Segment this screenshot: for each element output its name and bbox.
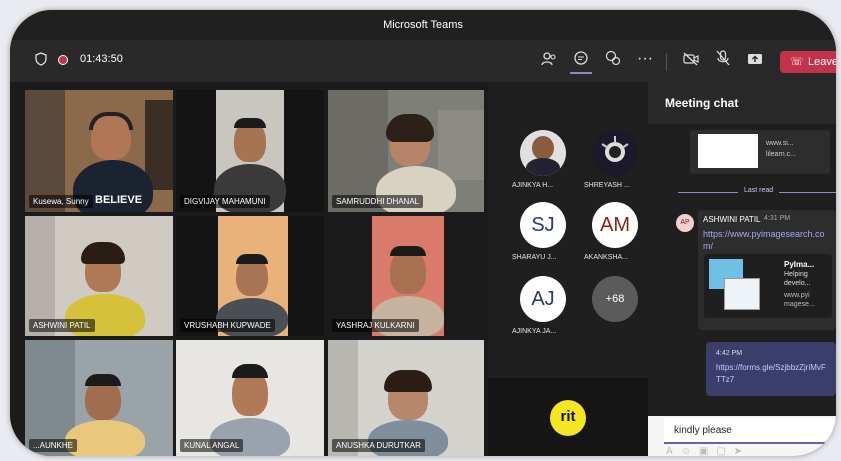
own-message: 4:42 PM https://forms.gle/SzjbbzZjriMvFT… <box>706 342 836 396</box>
participant-name: ANUSHKA DURUTKAR <box>332 439 425 452</box>
participant-avatar[interactable]: AJ <box>520 276 566 322</box>
card-line: lilearn.c... <box>766 151 796 158</box>
video-tile[interactable]: YASHRAJ KULKARNI <box>328 216 484 336</box>
participant-name: SAMRUDDHI DHANAL <box>332 195 424 208</box>
mic-off-icon[interactable] <box>712 50 734 72</box>
video-tile[interactable]: SAMRUDDHI DHANAL <box>328 90 484 212</box>
message-link[interactable]: https://www.pyimagesearch.com/ <box>703 228 827 252</box>
preview-desc: develo... <box>784 280 811 287</box>
format-icon[interactable]: A <box>666 446 681 456</box>
sender-avatar: AP <box>676 214 694 232</box>
more-participants-button[interactable]: +68 <box>592 276 638 322</box>
send-icon[interactable]: ➤ <box>734 446 750 456</box>
leave-button[interactable]: ☏ Leave <box>780 51 836 73</box>
recording-icon <box>58 55 68 65</box>
logo-tile: rit <box>488 378 648 456</box>
participant-avatar[interactable] <box>592 130 638 176</box>
participant-name: YASHRAJ KULKARNI <box>332 319 419 332</box>
participant-name: VRUSHABH KUPWADE <box>180 319 275 332</box>
video-tile[interactable]: KUNAL ANGAL <box>176 340 324 456</box>
last-read-label: Last read <box>738 187 780 194</box>
link-preview-card[interactable]: www.si... lilearn.c... <box>690 130 830 174</box>
teams-window: Microsoft Teams 01:43:50 ··· ☏ Leave BEL… <box>10 10 836 456</box>
participant-name: AJINKYA JA... <box>512 328 557 335</box>
participant-name: Kusewa, Sunny <box>29 195 93 208</box>
window-title: Microsoft Teams <box>10 10 836 40</box>
shield-icon <box>30 50 52 72</box>
video-grid: BELIEVE Kusewa, Sunny DIGVIJAY MAHAMUNI … <box>10 82 488 456</box>
preview-url: www.pyi <box>784 292 810 299</box>
emoji-icon[interactable]: ☺ <box>681 446 699 456</box>
message-time: 4:42 PM <box>716 350 743 357</box>
link-preview[interactable]: PyIma... Helping develo... www.pyi mages… <box>704 254 832 318</box>
participant-avatar[interactable]: AM <box>592 202 638 248</box>
participant-name: SHARAYU J... <box>512 254 557 261</box>
video-tile[interactable]: VRUSHABH KUPWADE <box>176 216 324 336</box>
chat-title: Meeting chat <box>665 96 739 110</box>
camera-off-icon[interactable] <box>680 50 702 72</box>
participant-name: DIGVIJAY MAHAMUNI <box>180 195 270 208</box>
gif-icon[interactable]: ▣ <box>699 446 716 456</box>
chat-icon[interactable] <box>570 50 592 74</box>
video-tile[interactable]: ...AUNKHE <box>25 340 173 456</box>
preview-title: PyIma... <box>784 260 815 269</box>
people-icon[interactable] <box>538 50 560 72</box>
preview-url: magese... <box>784 301 815 308</box>
sender-name: ASHWINI PATIL <box>703 215 761 224</box>
shirt-text: BELIEVE <box>95 194 143 206</box>
preview-desc: Helping <box>784 271 808 278</box>
meeting-chat-panel: Meeting chat × www.si... lilearn.c... La… <box>648 82 836 456</box>
chat-messages: www.si... lilearn.c... Last read AP ASHW… <box>648 124 836 416</box>
message-link[interactable]: https://forms.gle/SzjbbzZjriMvFTTz7 <box>716 362 828 386</box>
participant-name: ASHWINI PATIL <box>29 319 95 332</box>
meeting-toolbar: 01:43:50 ··· ☏ Leave <box>10 40 836 82</box>
leave-label: Leave <box>808 56 836 68</box>
message-time: 4:31 PM <box>764 215 791 222</box>
chat-input[interactable]: kindly please <box>664 418 836 444</box>
share-screen-icon[interactable] <box>744 50 766 72</box>
rit-logo: rit <box>550 400 586 436</box>
meeting-timer: 01:43:50 <box>80 53 123 65</box>
participant-name: ...AUNKHE <box>29 439 78 452</box>
participant-gallery: AJINKYA H... SHREYASH ... SJ SHARAYU J..… <box>488 82 648 456</box>
more-options-icon[interactable]: ··· <box>634 50 656 72</box>
video-tile[interactable]: ASHWINI PATIL <box>25 216 173 336</box>
participant-avatar[interactable]: SJ <box>520 202 566 248</box>
card-line: www.si... <box>766 140 794 147</box>
participant-avatar[interactable] <box>520 130 566 176</box>
video-tile[interactable]: ANUSHKA DURUTKAR <box>328 340 484 456</box>
participant-name: AJINKYA H... <box>512 182 554 189</box>
phone-hangup-icon: ☏ <box>790 56 804 68</box>
sticker-icon[interactable]: ▢ <box>716 446 733 456</box>
format-toolbar[interactable]: A☺▣▢➤ <box>666 446 750 456</box>
reactions-icon[interactable] <box>602 50 624 72</box>
video-tile[interactable]: BELIEVE Kusewa, Sunny <box>25 90 173 212</box>
participant-name: AKANKSHA... <box>584 254 628 261</box>
participant-name: SHREYASH ... <box>584 182 630 189</box>
chat-message: ASHWINI PATIL 4:31 PM https://www.pyimag… <box>698 210 836 330</box>
video-tile[interactable]: DIGVIJAY MAHAMUNI <box>176 90 324 212</box>
participant-name: KUNAL ANGAL <box>180 439 244 452</box>
